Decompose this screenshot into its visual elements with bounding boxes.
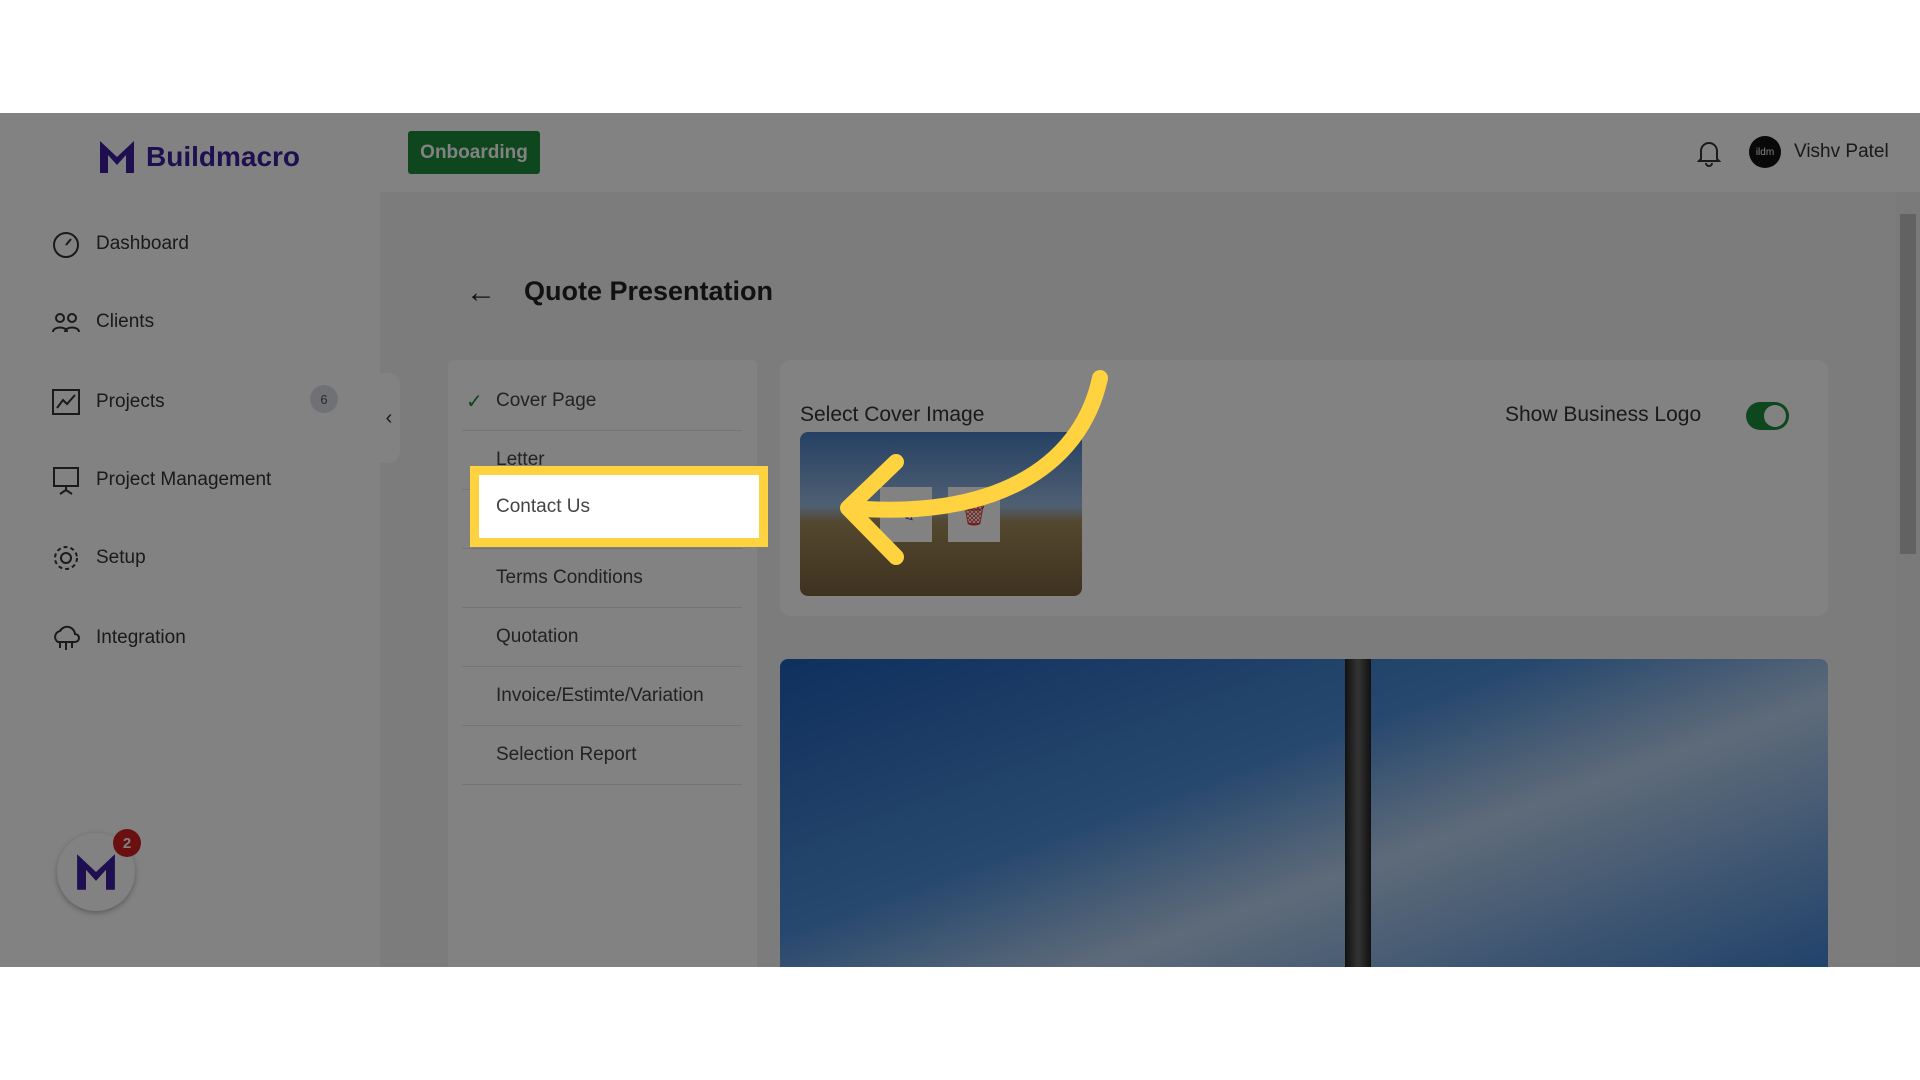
step-label: Terms Conditions [496, 567, 643, 588]
app: Buildmacro Dashboard Clients Projects 6 … [0, 113, 1920, 967]
cover-image-preview [780, 659, 1828, 967]
sidebar-item-label: Dashboard [96, 233, 189, 254]
select-cover-image-label: Select Cover Image [800, 403, 985, 426]
step-terms-conditions[interactable]: Terms Conditions [462, 549, 742, 608]
sidebar-item-projects[interactable]: Projects [50, 386, 165, 418]
sidebar-item-integration[interactable]: Integration [50, 622, 186, 654]
brand-name: Buildmacro [146, 141, 301, 172]
step-selection-report[interactable]: Selection Report [462, 726, 742, 785]
avatar[interactable]: ildm [1749, 136, 1781, 168]
sidebar-item-clients[interactable]: Clients [50, 306, 154, 338]
bell-icon[interactable] [1697, 139, 1721, 167]
step-cover-page[interactable]: ✓ Cover Page [462, 372, 742, 431]
sidebar-item-project-management[interactable]: Project Management [50, 464, 271, 496]
step-label: Quotation [496, 626, 579, 647]
top-bar: Onboarding ildm Vishv Patel [380, 113, 1920, 192]
step-contact-us[interactable]: Contact Us [470, 466, 768, 547]
sidebar-item-label: Setup [96, 547, 146, 568]
users-icon [52, 313, 80, 333]
sidebar-item-label: Project Management [96, 469, 272, 490]
check-icon: ✓ [466, 390, 483, 413]
edit-icon[interactable]: ✎ [880, 487, 932, 542]
step-label: Selection Report [496, 744, 637, 765]
page-title: Quote Presentation [524, 276, 774, 306]
sidebar: Buildmacro Dashboard Clients Projects 6 … [0, 113, 380, 967]
cover-image-thumbnail[interactable]: ✎ 🗑 [800, 432, 1082, 596]
sidebar-item-dashboard[interactable]: Dashboard [50, 228, 189, 260]
collapse-sidebar-button[interactable]: ‹ [378, 373, 400, 463]
sidebar-item-label: Integration [96, 627, 186, 648]
onboarding-button[interactable]: Onboarding [408, 131, 540, 174]
gauge-icon [53, 232, 79, 258]
cloud-network-icon [54, 625, 80, 650]
step-label: Contact Us [496, 495, 590, 517]
chart-icon [52, 389, 80, 415]
step-quotation[interactable]: Quotation [462, 608, 742, 667]
sidebar-item-setup[interactable]: Setup [50, 542, 146, 574]
projects-count-badge: 6 [310, 385, 338, 413]
chat-launcher-button[interactable]: 2 [57, 829, 141, 911]
sidebar-item-label: Clients [96, 311, 155, 332]
steps-list: ✓ Cover Page Letter Terms Conditions Quot… [448, 360, 757, 967]
sidebar-item-label: Projects [96, 391, 165, 412]
buildmacro-logo-icon [100, 141, 134, 173]
step-label: Invoice/Estimte/Variation [496, 685, 704, 706]
presentation-icon [53, 467, 79, 495]
user-name[interactable]: Vishv Patel [1794, 141, 1889, 163]
step-label: Cover Page [496, 390, 597, 411]
show-business-logo-label: Show Business Logo [1505, 403, 1702, 426]
cover-image-card: Select Cover Image Show Business Logo ✎ … [780, 360, 1828, 616]
buildmacro-chat-icon [77, 854, 115, 890]
step-invoice-estimate-variation[interactable]: Invoice/Estimte/Variation [462, 667, 742, 726]
back-arrow-icon[interactable]: ← [466, 276, 496, 310]
gear-icon [54, 546, 78, 570]
show-business-logo-toggle[interactable] [1746, 402, 1789, 430]
logo[interactable]: Buildmacro [98, 139, 300, 175]
chat-notification-badge: 2 [113, 829, 141, 857]
chevron-left-icon: ‹ [385, 406, 393, 429]
trash-icon[interactable]: 🗑 [948, 487, 1000, 542]
scrollbar[interactable] [1896, 192, 1920, 967]
